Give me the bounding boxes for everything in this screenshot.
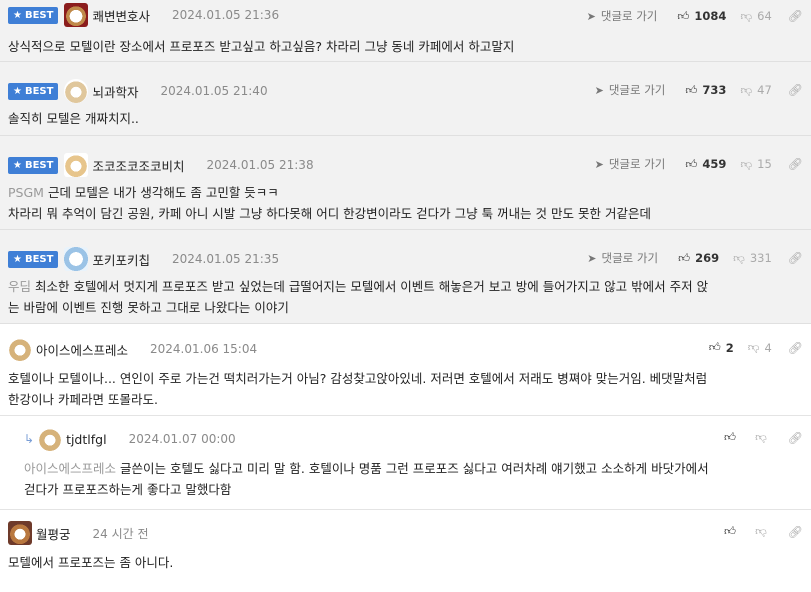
comment-text: 호텔이나 모텔이나... 연인이 주로 가는건 떡치러가는거 아님? 감성찾고앉… bbox=[8, 371, 708, 386]
goto-arrow-icon: ➤ bbox=[594, 157, 604, 171]
comment-text: 아이스에스프레소 글쓴이는 호텔도 싫다고 미리 말 함. 호텔이나 명품 그런 … bbox=[24, 461, 709, 476]
comment-date: 2024.01.06 15:04 bbox=[150, 342, 258, 356]
goto-comment-link[interactable]: ➤ 댓글로 가기 bbox=[595, 156, 666, 172]
thumbs-down-icon: 👎︎ bbox=[740, 8, 753, 23]
goto-arrow-icon: ➤ bbox=[594, 83, 604, 97]
downvote-button[interactable]: 👎︎ bbox=[755, 430, 772, 445]
comment-text: 는 바람에 이벤트 진행 못하고 그대로 나왔다는 이야기 bbox=[8, 300, 289, 315]
comment-date: 2024.01.05 21:38 bbox=[206, 158, 314, 172]
best-comment: ★ BEST 쾌변변호사 2024.01.05 21:36 ➤ 댓글로 가기 👍︎ 1… bbox=[0, 0, 811, 62]
best-badge: ★ BEST bbox=[8, 156, 59, 174]
link-icon[interactable]: 🔗︎ bbox=[788, 431, 803, 445]
thumbs-down-icon: 👎︎ bbox=[755, 524, 767, 538]
thumbs-up-icon: 👍︎ bbox=[724, 524, 737, 538]
nickname[interactable]: 쾌변변호사 bbox=[92, 6, 150, 25]
thumbs-up-icon: 👍︎ bbox=[724, 430, 737, 444]
upvote-button[interactable]: 👍︎ 733 bbox=[685, 83, 726, 98]
reply-arrow-icon: ↳ bbox=[24, 432, 35, 446]
nickname[interactable]: 조코조코조코비치 bbox=[92, 156, 184, 175]
thumbs-down-icon: 👎︎ bbox=[740, 82, 753, 97]
goto-arrow-icon: ➤ bbox=[586, 9, 596, 23]
downvote-button[interactable]: 👎︎ 47 bbox=[740, 83, 771, 98]
star-icon: ★ bbox=[13, 159, 22, 171]
quoted-user[interactable]: 우딤 bbox=[8, 279, 31, 294]
star-icon: ★ bbox=[13, 253, 22, 265]
comment: 아이스에스프레소 2024.01.06 15:04 👍︎ 2 👎︎ 4 🔗︎ 호텔이… bbox=[0, 324, 811, 416]
link-icon[interactable]: 🔗︎ bbox=[788, 525, 803, 539]
link-icon[interactable]: 🔗︎ bbox=[788, 157, 803, 171]
thumbs-up-icon: 👍︎ bbox=[678, 250, 691, 265]
comment-date: 2024.01.05 21:40 bbox=[160, 84, 268, 98]
quoted-user[interactable]: 아이스에스프레소 bbox=[24, 461, 116, 476]
avatar[interactable] bbox=[38, 427, 63, 451]
link-icon[interactable]: 🔗︎ bbox=[788, 83, 803, 97]
thumbs-up-icon: 👍︎ bbox=[677, 8, 690, 23]
best-badge: ★ BEST bbox=[8, 250, 59, 268]
upvote-button[interactable]: 👍︎ 2 bbox=[709, 340, 734, 355]
quoted-user[interactable]: PSGM bbox=[8, 185, 44, 200]
best-badge: ★ BEST bbox=[8, 6, 59, 24]
best-comment: ★ BEST 포키포키칩 2024.01.05 21:35 ➤ 댓글로 가기 👍︎ 2… bbox=[0, 230, 811, 324]
upvote-button[interactable]: 👍︎ bbox=[724, 524, 741, 539]
avatar[interactable] bbox=[64, 153, 89, 177]
reply-comment: ↳ tjdtlfgl 2024.01.07 00:00 아이스에스프레소 글쓴이는… bbox=[0, 416, 811, 510]
goto-arrow-icon: ➤ bbox=[587, 251, 597, 265]
comment-text: 한강이나 카페라면 또몰라도. bbox=[8, 392, 158, 407]
avatar[interactable] bbox=[64, 79, 89, 103]
thumbs-up-icon: 👍︎ bbox=[685, 156, 698, 171]
comment-text: 우딤 최소한 호텔에서 멋지게 프로포즈 받고 싶었는데 급떨어지는 모텔에서 이… bbox=[8, 279, 709, 294]
avatar[interactable] bbox=[64, 3, 89, 27]
downvote-button[interactable]: 👎︎ bbox=[755, 524, 772, 539]
nickname[interactable]: 뇌과학자 bbox=[92, 82, 138, 101]
nickname[interactable]: 포키포키칩 bbox=[92, 250, 150, 269]
comment-text: 걷다가 프로포즈하는게 좋다고 말했다함 bbox=[24, 482, 232, 497]
thumbs-up-icon: 👍︎ bbox=[685, 82, 698, 97]
upvote-button[interactable]: 👍︎ bbox=[724, 430, 741, 445]
link-icon[interactable]: 🔗︎ bbox=[788, 9, 803, 23]
thumbs-down-icon: 👎︎ bbox=[740, 156, 753, 171]
thumbs-down-icon: 👎︎ bbox=[747, 340, 760, 354]
thumbs-down-icon: 👎︎ bbox=[733, 250, 745, 265]
comment-text: PSGM 근데 모텔은 내가 생각해도 좀 고민할 듯ㅋㅋ bbox=[8, 185, 279, 200]
goto-comment-link[interactable]: ➤ 댓글로 가기 bbox=[587, 8, 658, 24]
nickname[interactable]: tjdtlfgl bbox=[66, 432, 107, 447]
comment-date: 2024.01.05 21:35 bbox=[171, 252, 280, 266]
upvote-button[interactable]: 👍︎ 269 bbox=[678, 251, 719, 266]
nickname[interactable]: 아이스에스프레소 bbox=[36, 340, 128, 359]
avatar[interactable] bbox=[64, 247, 89, 271]
thumbs-down-icon: 👎︎ bbox=[755, 430, 767, 444]
upvote-button[interactable]: 👍︎ 459 bbox=[685, 157, 726, 172]
link-icon[interactable]: 🔗︎ bbox=[788, 341, 803, 355]
downvote-button[interactable]: 👎︎ 64 bbox=[740, 9, 771, 24]
best-comment: ★ BEST 조코조코조코비치 2024.01.05 21:38 ➤ 댓글로 가기 … bbox=[0, 136, 811, 230]
best-comment: ★ BEST 뇌과학자 2024.01.05 21:40 ➤ 댓글로 가기 👍︎ 73… bbox=[0, 62, 811, 136]
comment-date: 2024.01.05 21:36 bbox=[171, 8, 280, 22]
thumbs-up-icon: 👍︎ bbox=[708, 340, 721, 354]
upvote-button[interactable]: 👍︎ 1084 bbox=[677, 9, 726, 24]
comment-text: 상식적으로 모텔이란 장소에서 프로포즈 받고싶고 하고싶음? 차라리 그냥 동… bbox=[8, 39, 515, 54]
comment-text: 차라리 뭐 추억이 담긴 공원, 카페 아니 시발 그냥 하다못해 어디 한강변… bbox=[8, 206, 651, 221]
nickname[interactable]: 월평궁 bbox=[36, 524, 71, 543]
goto-comment-link[interactable]: ➤ 댓글로 가기 bbox=[595, 82, 666, 98]
goto-comment-link[interactable]: ➤ 댓글로 가기 bbox=[587, 250, 658, 266]
downvote-button[interactable]: 👎︎ 331 bbox=[733, 251, 772, 266]
star-icon: ★ bbox=[13, 9, 22, 21]
best-badge: ★ BEST bbox=[8, 82, 59, 100]
star-icon: ★ bbox=[13, 85, 22, 97]
avatar[interactable] bbox=[8, 521, 32, 545]
comment-date: 24 시간 전 bbox=[92, 526, 149, 541]
avatar[interactable] bbox=[8, 337, 32, 361]
comment-text: 솔직히 모텔은 개짜치지.. bbox=[8, 111, 139, 126]
comment: 월평궁 24 시간 전 👍︎ 👎︎ 🔗︎ 모텔에서 프로포즈는 좀 아니다. bbox=[0, 510, 811, 586]
comment-date: 2024.01.07 00:00 bbox=[128, 432, 236, 446]
downvote-button[interactable]: 👎︎ 15 bbox=[740, 157, 771, 172]
comment-text: 모텔에서 프로포즈는 좀 아니다. bbox=[8, 555, 174, 570]
link-icon[interactable]: 🔗︎ bbox=[788, 251, 803, 265]
downvote-button[interactable]: 👎︎ 4 bbox=[748, 340, 772, 355]
